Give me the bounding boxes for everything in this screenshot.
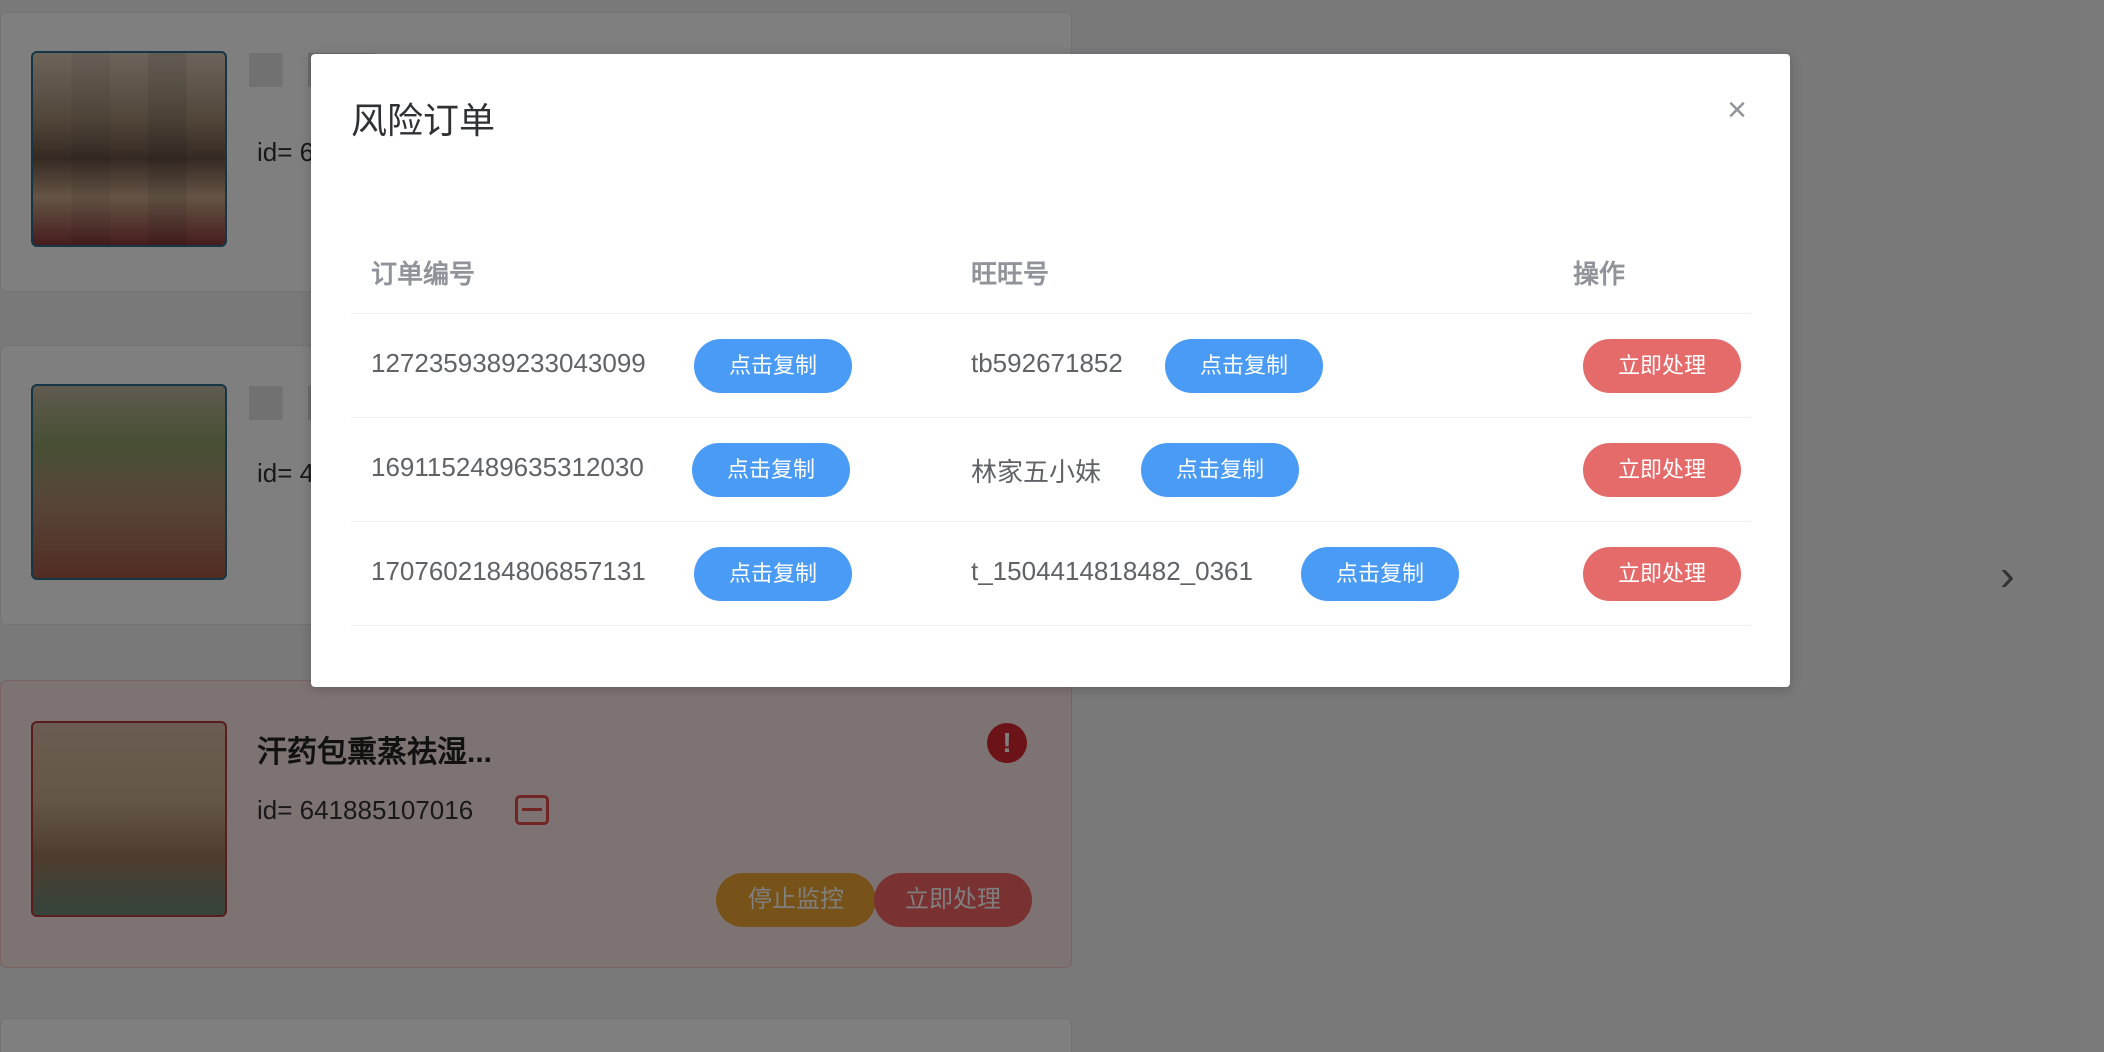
order-number: 1707602184806857131 — [371, 556, 646, 586]
orders-table: 订单编号 旺旺号 操作 1272359389233043099 点击复制 tb5… — [351, 234, 1751, 626]
copy-order-button[interactable]: 点击复制 — [694, 339, 852, 393]
table-row: 1691152489635312030 点击复制 林家五小妹 点击复制 立即处理 — [351, 418, 1751, 522]
copy-order-button[interactable]: 点击复制 — [692, 443, 850, 497]
dialog-title: 风险订单 — [351, 100, 496, 141]
close-icon[interactable]: × — [1719, 92, 1755, 128]
column-header-action: 操作 — [1573, 259, 1626, 289]
wangwang-id: t_1504414818482_0361 — [971, 556, 1253, 586]
column-header-order-no: 订单编号 — [371, 259, 476, 289]
table-row: 1272359389233043099 点击复制 tb592671852 点击复… — [351, 314, 1751, 418]
risk-orders-dialog: 风险订单 × 订单编号 旺旺号 操作 1272359389233043099 点… — [311, 54, 1790, 687]
wangwang-id: 林家五小妹 — [971, 457, 1102, 487]
order-number: 1272359389233043099 — [371, 348, 646, 378]
table-row: 1707602184806857131 点击复制 t_1504414818482… — [351, 522, 1751, 626]
handle-now-button[interactable]: 立即处理 — [1583, 443, 1741, 497]
handle-now-button[interactable]: 立即处理 — [1583, 339, 1741, 393]
column-header-wangwang: 旺旺号 — [971, 259, 1050, 289]
copy-wangwang-button[interactable]: 点击复制 — [1301, 547, 1459, 601]
wangwang-id: tb592671852 — [971, 348, 1123, 378]
handle-now-button[interactable]: 立即处理 — [1583, 547, 1741, 601]
order-number: 1691152489635312030 — [371, 452, 644, 482]
copy-wangwang-button[interactable]: 点击复制 — [1165, 339, 1323, 393]
copy-wangwang-button[interactable]: 点击复制 — [1141, 443, 1299, 497]
copy-order-button[interactable]: 点击复制 — [694, 547, 852, 601]
table-header: 订单编号 旺旺号 操作 — [351, 234, 1751, 314]
